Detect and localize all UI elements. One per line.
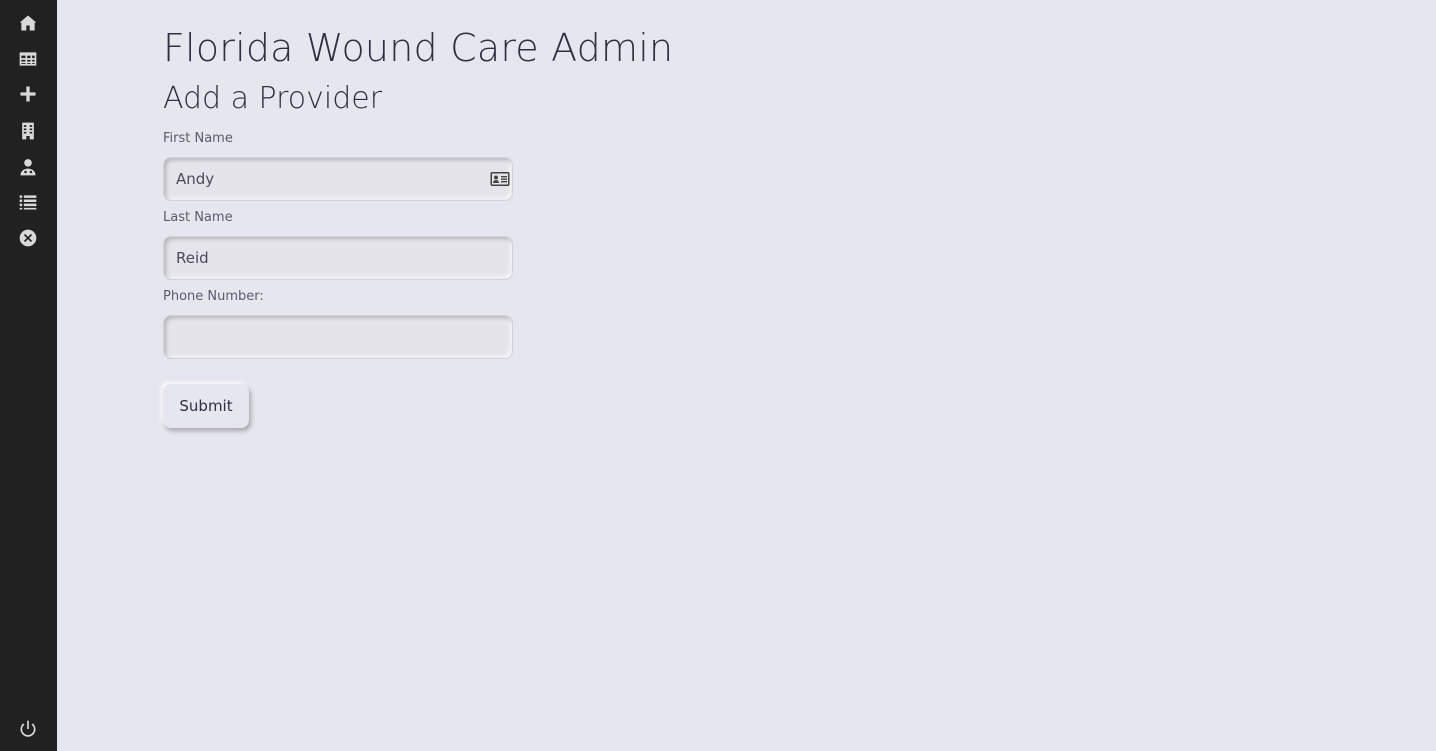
form-title: Add a Provider [163,81,383,116]
list-icon[interactable] [17,191,39,213]
last-name-field-wrap [163,236,513,280]
main-content: Florida Wound Care Admin Add a Provider … [57,0,1436,751]
last-name-label: Last Name [163,210,233,225]
plus-icon[interactable] [17,83,39,105]
contact-card-icon[interactable] [490,171,510,187]
add-provider-panel: Florida Wound Care Admin Add a Provider … [163,24,723,428]
phone-number-field-wrap [163,315,513,359]
building-icon[interactable] [17,120,39,142]
close-circle-icon[interactable] [17,227,39,249]
add-provider-form: First Name Last Name Phone Number: [163,130,723,428]
phone-number-label: Phone Number: [163,289,264,304]
submit-button[interactable]: Submit [163,384,249,428]
phone-number-input[interactable] [164,316,512,358]
page-title: Florida Wound Care Admin [163,26,674,70]
first-name-field-wrap [163,157,513,201]
last-name-input[interactable] [164,237,512,279]
power-icon[interactable] [17,718,39,740]
sidebar [0,0,57,751]
home-icon[interactable] [17,12,39,34]
user-doctor-icon[interactable] [17,156,39,178]
table-icon[interactable] [17,48,39,70]
first-name-label: First Name [163,131,233,146]
first-name-input[interactable] [164,158,512,200]
